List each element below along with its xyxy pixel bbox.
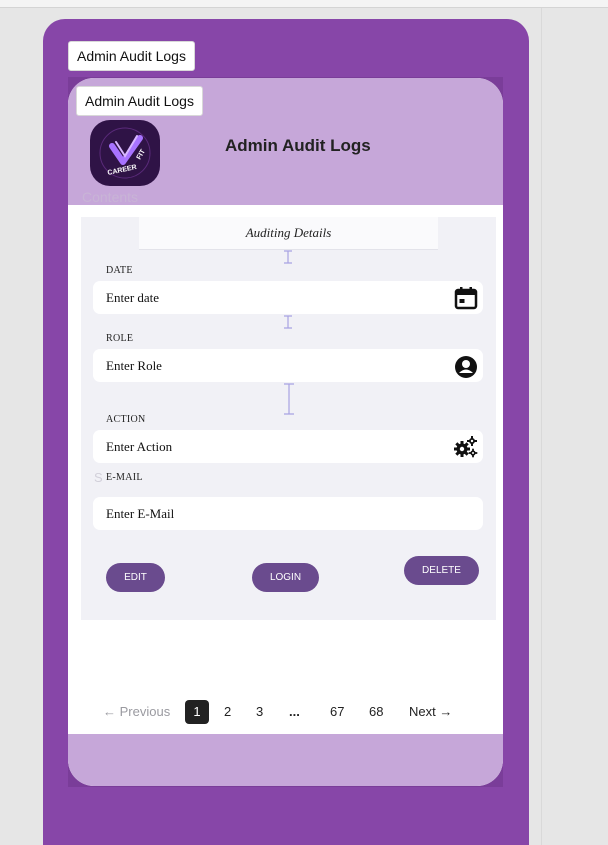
email-field[interactable]: Enter E-Mail — [93, 497, 483, 530]
login-button[interactable]: LOGIN — [252, 563, 319, 592]
contents-label: Contents — [82, 189, 139, 205]
role-label: ROLE — [106, 333, 134, 344]
page-link-3[interactable]: 3 — [256, 704, 263, 719]
user-circle-icon[interactable] — [453, 353, 479, 379]
date-value: Enter date — [106, 290, 160, 305]
top-strip — [0, 0, 608, 8]
gears-icon[interactable] — [453, 434, 479, 460]
frame-tag[interactable]: Admin Audit Logs — [68, 41, 195, 71]
card-header: Admin Audit Logs CAREER FIT Admin Audit … — [68, 78, 503, 205]
page-title: Admin Audit Logs — [225, 136, 371, 155]
edit-button[interactable]: EDIT — [106, 563, 165, 592]
text-cursor-icon — [283, 250, 293, 264]
audit-card: Admin Audit Logs CAREER FIT Admin Audit … — [68, 78, 503, 786]
date-label: DATE — [106, 265, 133, 276]
page-link-68[interactable]: 68 — [369, 704, 383, 719]
text-cursor-icon — [283, 383, 295, 415]
pagination: ← Previous 1 2 3 ... 67 68 Next → — [68, 700, 503, 726]
stray-character: S — [94, 470, 103, 485]
page-ellipsis: ... — [289, 704, 300, 719]
action-field[interactable]: Enter Action — [93, 430, 483, 463]
delete-button[interactable]: DELETE — [404, 556, 479, 585]
date-field[interactable]: Enter date — [93, 281, 483, 314]
section-title: Auditing Details — [139, 217, 438, 250]
page-link-1[interactable]: 1 — [185, 700, 209, 724]
previous-page-link[interactable]: ← Previous — [103, 704, 170, 719]
logo-text-fit: FIT — [136, 148, 148, 161]
calendar-icon[interactable] — [453, 285, 479, 311]
email-label: E-MAIL — [106, 472, 143, 483]
canvas-side-strip — [541, 8, 608, 845]
action-label: ACTION — [106, 414, 146, 425]
email-value: Enter E-Mail — [106, 506, 175, 521]
card-footer — [68, 734, 503, 786]
next-page-link[interactable]: Next → — [409, 704, 452, 719]
text-cursor-icon — [283, 315, 293, 329]
careerfit-logo: CAREER FIT — [90, 120, 160, 186]
logo-text-career: CAREER — [107, 164, 137, 177]
action-value: Enter Action — [106, 439, 173, 454]
role-value: Enter Role — [106, 358, 162, 373]
auditing-panel: Auditing Details DATE Enter date ROLE En — [81, 217, 496, 620]
card-tag[interactable]: Admin Audit Logs — [76, 86, 203, 116]
page-link-67[interactable]: 67 — [330, 704, 344, 719]
page-link-2[interactable]: 2 — [224, 704, 231, 719]
role-field[interactable]: Enter Role — [93, 349, 483, 382]
